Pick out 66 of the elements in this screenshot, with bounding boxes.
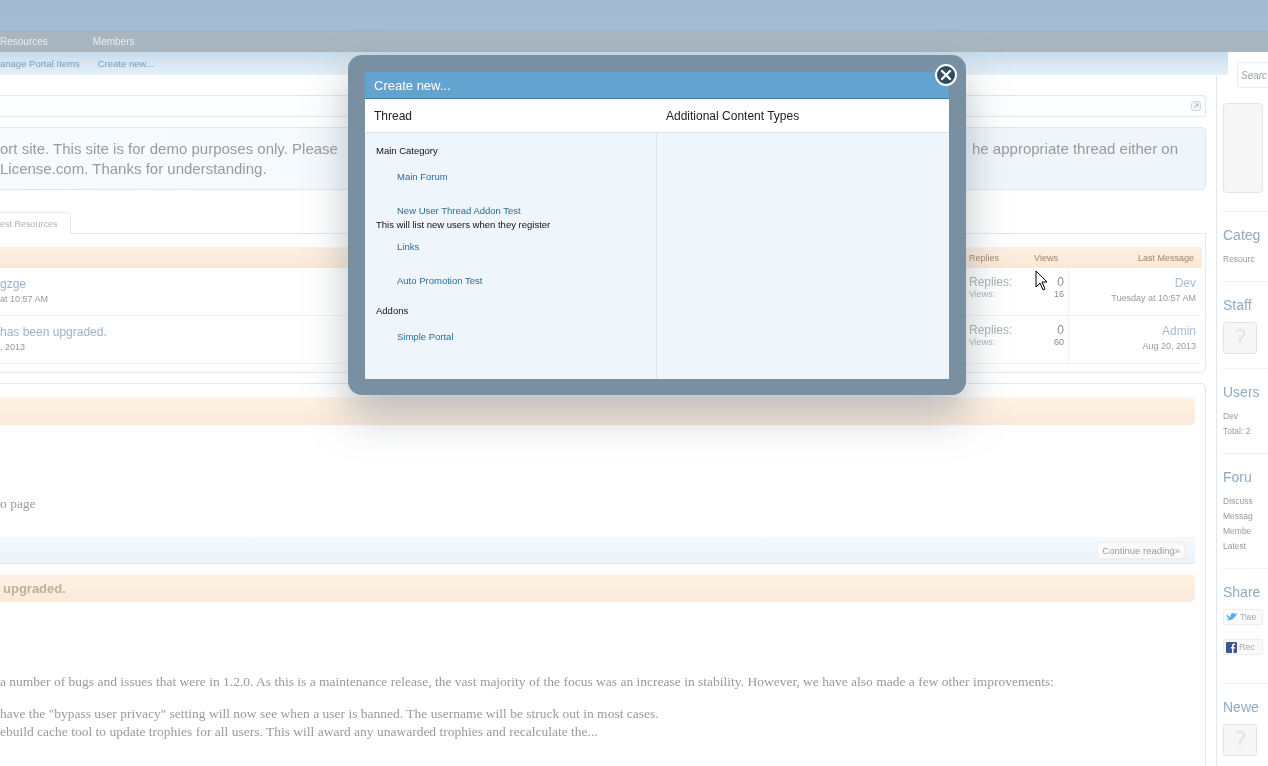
subnav-link[interactable]: anage Portal Items [0, 58, 80, 69]
section-heading: Foru [1223, 468, 1253, 487]
dialog-title: Create new... [374, 77, 451, 93]
notice-text: he appropriate thread either on [972, 139, 1178, 159]
thread-meta: at 10:57 AM [0, 293, 50, 306]
sidebar-text: Resourc [1223, 253, 1256, 266]
sidebar-text: Messag [1223, 510, 1254, 523]
sidebar-text: Total: 2 [1223, 425, 1252, 438]
list-item-text: have the "bypass user privacy" setting will now see when a user is banned. The username will be struck out in most cases. [0, 705, 660, 723]
column-header: Views [1033, 252, 1059, 263]
facebook-icon [1226, 641, 1237, 653]
share-button[interactable]: Twe [1223, 609, 1263, 625]
forum-link[interactable]: New User Thread Addon Test [397, 204, 521, 218]
post-title[interactable]: upgraded. [3, 580, 66, 596]
share-button[interactable]: Rec [1223, 639, 1263, 655]
column-header: Replies [969, 252, 1000, 263]
stat-label: Replies: [969, 275, 1013, 289]
forum-description: This will list new users when they register [376, 218, 552, 232]
avatar-placeholder-icon [1223, 322, 1257, 354]
subnav-link[interactable]: Create new... [97, 58, 154, 69]
continue-reading-button[interactable]: Continue reading» [1097, 541, 1185, 559]
stat-label: Views: [969, 289, 996, 299]
last-poster[interactable]: Dev [1069, 275, 1196, 291]
stat-value: 0 [1057, 275, 1064, 289]
avatar-placeholder-icon [1223, 103, 1263, 193]
notice-text: License.com. Thanks for understanding. [0, 159, 268, 179]
close-button[interactable] [934, 63, 958, 87]
column-heading: Additional Content Types [665, 108, 801, 125]
section-heading: Users [1223, 383, 1261, 402]
avatar-placeholder-icon [1223, 724, 1257, 756]
category-label: Addons [376, 304, 410, 318]
last-date: Aug 20, 2013 [1141, 340, 1196, 353]
sidebar-text: Discuss [1223, 495, 1254, 508]
stat-value: 16 [1054, 289, 1064, 299]
forum-link[interactable]: Auto Promotion Test [397, 274, 483, 288]
thread-meta: , 2013 [0, 341, 27, 354]
section-heading: Categ [1223, 226, 1262, 245]
stat-value: 60 [1054, 337, 1064, 347]
forum-link[interactable]: Simple Portal [397, 330, 454, 344]
column-heading: Thread [373, 108, 414, 125]
stat-label: Replies: [969, 323, 1013, 337]
sidebar-text: Dev [1223, 410, 1240, 423]
sidebar-text: Latest [1223, 540, 1248, 553]
tab[interactable]: est Resources [0, 212, 71, 234]
forum-link[interactable]: Main Forum [397, 170, 448, 184]
category-label: Main Category [376, 144, 439, 158]
section-heading: Staff [1223, 296, 1253, 315]
forum-link[interactable]: Links [397, 240, 420, 254]
stat-label: Views: [969, 337, 996, 347]
notice-text: ort site. This site is for demo purposes only. Please [0, 139, 338, 159]
post-text: o page [0, 495, 37, 513]
search-field[interactable]: Searc [1237, 62, 1268, 88]
sidebar-text: Membe [1223, 525, 1253, 538]
nav-link[interactable]: Resources [0, 35, 48, 47]
last-date: Tuesday at 10:57 AM [1110, 292, 1196, 305]
section-heading: Newe [1223, 698, 1260, 717]
popout-icon [1191, 101, 1201, 111]
post-text: a number of bugs and issues that were in 1.2.0. As this is a maintenance release, the vast majority of the focus was an increase in stability. However, we have also made a few other improvements: [0, 673, 1055, 691]
section-heading: Share [1223, 583, 1262, 602]
bird-icon [1226, 612, 1238, 622]
mouse-cursor-icon [1035, 270, 1049, 292]
nav-link[interactable]: Members [92, 35, 135, 47]
stat-value: 0 [1057, 323, 1064, 337]
list-item-text: ebuild cache tool to update trophies for all users. This will award any unawarded trophies and recalculate the... [0, 723, 599, 741]
column-header: Last Message [1136, 252, 1194, 263]
last-poster[interactable]: Admin [1069, 323, 1196, 339]
